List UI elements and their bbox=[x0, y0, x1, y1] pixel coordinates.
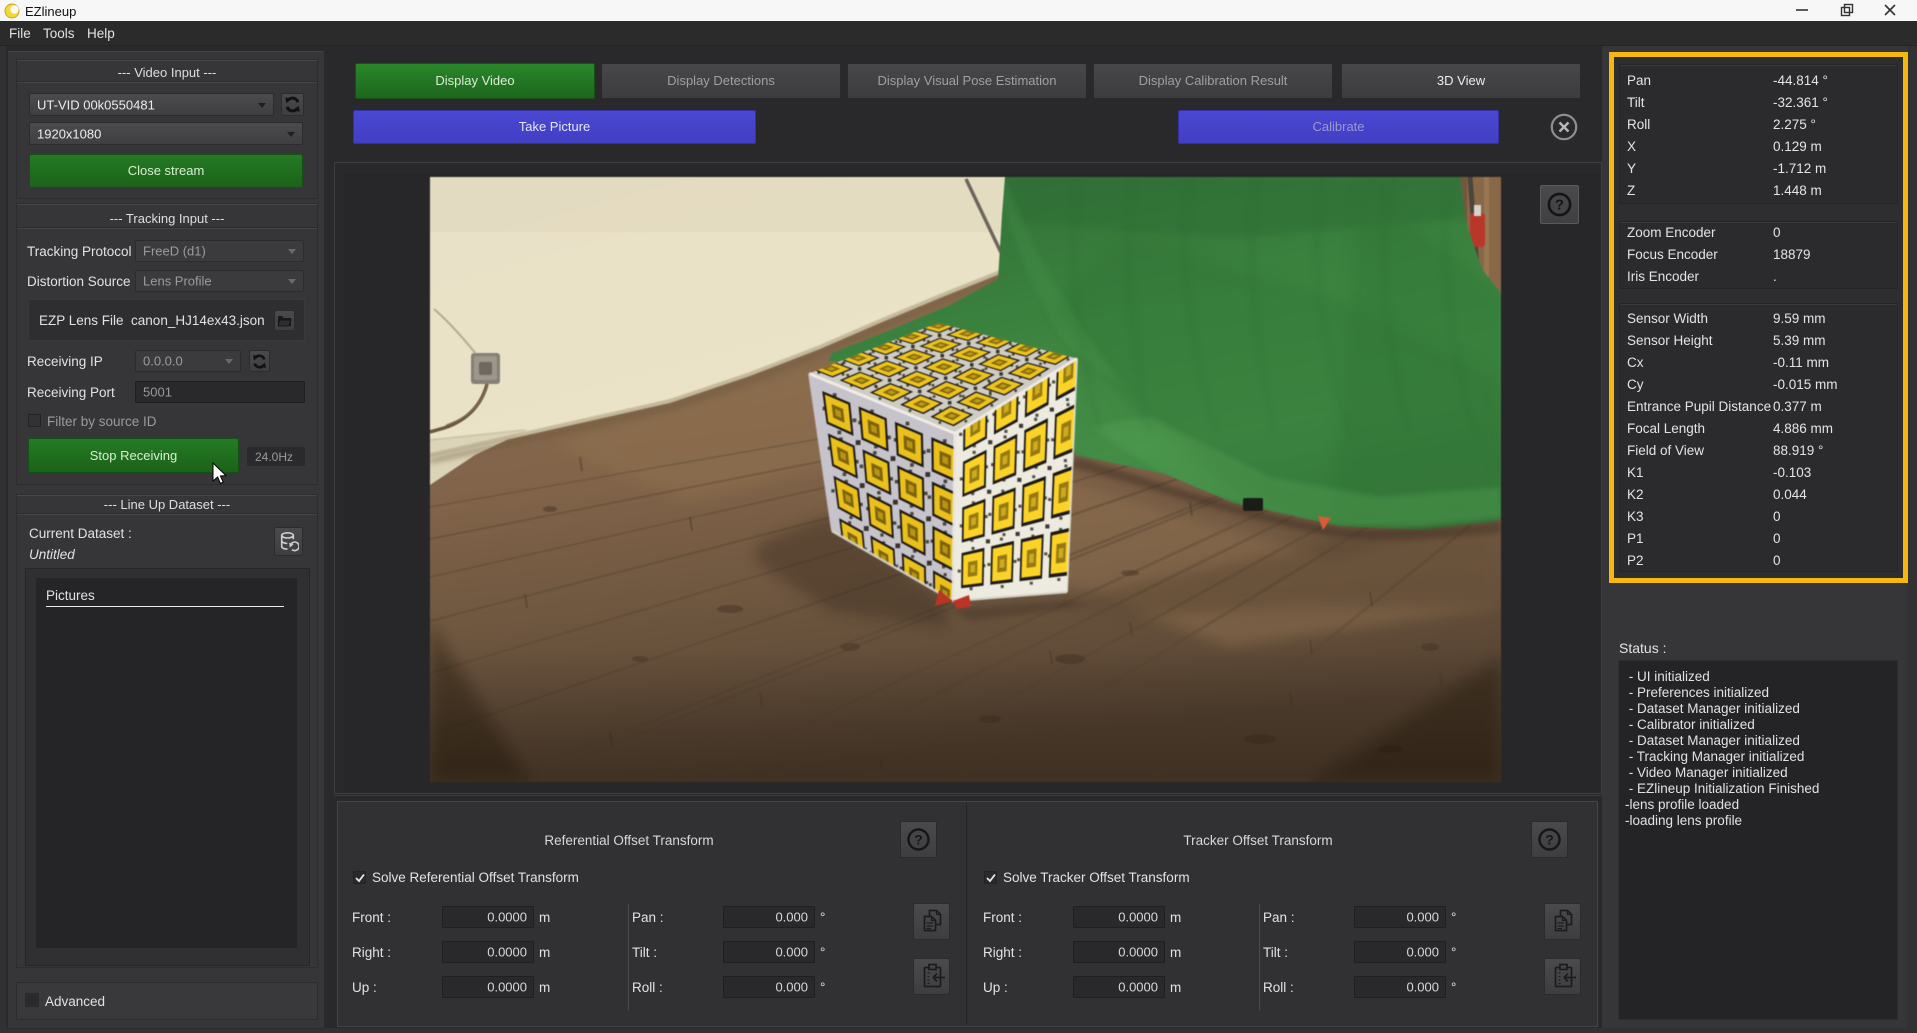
svg-text:?: ? bbox=[1555, 197, 1564, 214]
svg-text:?: ? bbox=[914, 832, 923, 848]
svg-text:?: ? bbox=[1545, 832, 1554, 848]
